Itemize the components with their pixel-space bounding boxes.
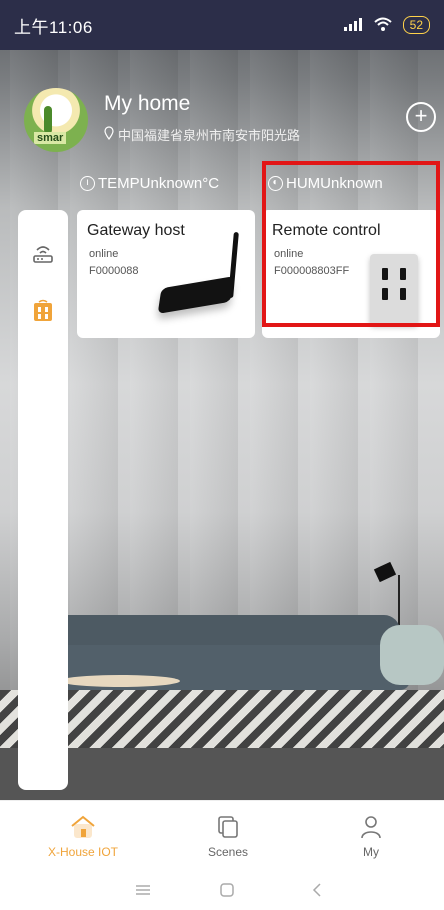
router-icon[interactable]	[30, 240, 56, 266]
device-name: Gateway host	[87, 222, 185, 239]
remote-control-icon[interactable]	[30, 298, 56, 324]
thermometer-icon: ı	[80, 176, 95, 191]
device-serial: F0000088	[89, 265, 139, 277]
device-serial: F000008803FF	[274, 265, 350, 277]
back-icon[interactable]	[302, 878, 332, 902]
location: 中国福建省泉州市南安市阳光路	[104, 125, 300, 144]
home-avatar[interactable]: smar	[24, 88, 88, 152]
remote-control-image	[370, 254, 418, 324]
humidity-icon: ◐	[268, 176, 283, 191]
hum-sensor: ◐ HUMUnknown	[268, 175, 383, 192]
scenes-icon	[183, 813, 273, 841]
wifi-icon	[373, 16, 393, 35]
temp-value: TEMPUnknown°C	[98, 175, 220, 192]
nav-tab-scenes[interactable]: Scenes	[183, 813, 273, 859]
person-icon	[326, 813, 416, 841]
device-status: online	[274, 248, 304, 260]
nav-label: X-House IOT	[47, 845, 119, 859]
nav-label: Scenes	[207, 845, 249, 859]
device-card-gateway[interactable]: Gateway host online F0000088	[77, 210, 255, 338]
home-name[interactable]: My home	[104, 92, 190, 116]
location-text: 中国福建省泉州市南安市阳光路	[118, 128, 301, 143]
device-status: online	[89, 248, 119, 260]
room-rail	[18, 210, 68, 790]
nav-label: My	[363, 845, 379, 859]
hum-value: HUMUnknown	[286, 175, 383, 192]
temp-sensor: ı TEMPUnknown°C	[80, 175, 219, 192]
home-button-icon[interactable]	[212, 878, 242, 902]
signal-icon	[343, 17, 363, 34]
battery-icon: 52	[402, 16, 430, 34]
nav-tab-my[interactable]: My	[326, 813, 416, 859]
add-icon[interactable]: +	[406, 102, 436, 132]
system-nav-bar	[0, 870, 444, 910]
device-name: Remote control	[272, 222, 381, 239]
nav-tab-xhouse[interactable]: X-House IOT	[38, 813, 128, 859]
home-icon	[38, 813, 128, 841]
status-bar: 上午11:06 52	[0, 0, 444, 50]
device-card-remote[interactable]: Remote control online F000008803FF	[262, 210, 440, 338]
avatar-label: smar	[34, 132, 67, 144]
bottom-navigation: X-House IOT Scenes My	[0, 800, 444, 871]
location-pin-icon	[104, 126, 114, 143]
menu-icon[interactable]	[128, 878, 158, 902]
status-time: 上午11:06	[14, 17, 93, 37]
coffee-table	[60, 675, 180, 687]
gateway-router-image	[157, 276, 235, 314]
